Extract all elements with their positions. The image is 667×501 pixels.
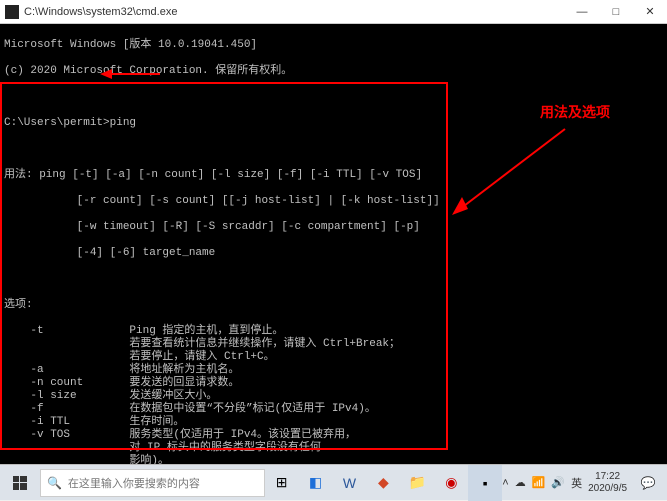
option-line: -i TTL 生存时间。 — [4, 416, 663, 429]
tray-onedrive-icon[interactable]: ☁ — [515, 476, 526, 489]
taskbar-app[interactable]: ◆ — [366, 465, 400, 501]
option-line: 对 IP 标头中的服务类型字段没有任何 — [4, 442, 663, 455]
option-line: -v TOS 服务类型(仅适用于 IPv4。该设置已被弃用， — [4, 429, 663, 442]
taskbar-app-cmd[interactable]: ▪ — [468, 465, 502, 501]
option-line: -t Ping 指定的主机，直到停止。 — [4, 325, 663, 338]
option-line: 若要停止，请键入 Ctrl+C。 — [4, 351, 663, 364]
window-title: C:\Windows\system32\cmd.exe — [24, 6, 565, 18]
usage-line: [-r count] [-s count] [[-j host-list] | … — [4, 195, 663, 208]
close-button[interactable]: ✕ — [633, 0, 667, 24]
terminal-line — [4, 273, 663, 286]
option-line: -n count 要发送的回显请求数。 — [4, 377, 663, 390]
terminal-line — [4, 91, 663, 104]
start-button[interactable] — [0, 465, 40, 501]
taskbar-app[interactable]: ◉ — [434, 465, 468, 501]
tray-chevron-icon[interactable]: ˄ — [502, 477, 508, 489]
option-line: -l size 发送缓冲区大小。 — [4, 390, 663, 403]
maximize-button[interactable]: □ — [599, 0, 633, 24]
taskbar-app[interactable]: W — [333, 465, 367, 501]
taskbar-clock[interactable]: 17:22 2020/9/5 — [588, 471, 627, 495]
option-line: -f 在数据包中设置“不分段”标记(仅适用于 IPv4)。 — [4, 403, 663, 416]
terminal-line — [4, 143, 663, 156]
system-tray: ˄ ☁ 📶 🔊 英 17:22 2020/9/5 💬 — [502, 465, 667, 501]
option-line: -a 将地址解析为主机名。 — [4, 364, 663, 377]
terminal-body[interactable]: Microsoft Windows [版本 10.0.19041.450] (c… — [0, 24, 667, 464]
taskbar: 🔍 在这里输入你要搜索的内容 ⊞ ◧ W ◆ 📁 ◉ ▪ ˄ ☁ 📶 🔊 英 1… — [0, 464, 667, 500]
usage-line: [-w timeout] [-R] [-S srcaddr] [-c compa… — [4, 221, 663, 234]
tray-network-icon[interactable]: 📶 — [532, 476, 546, 489]
tray-volume-icon[interactable]: 🔊 — [551, 476, 565, 489]
search-placeholder: 在这里输入你要搜索的内容 — [68, 475, 200, 491]
task-view-button[interactable]: ⊞ — [265, 465, 299, 501]
option-line: 若要查看统计信息并继续操作，请键入 Ctrl+Break； — [4, 338, 663, 351]
search-icon: 🔍 — [47, 476, 62, 490]
options-header: 选项: — [4, 299, 663, 312]
terminal-line: Microsoft Windows [版本 10.0.19041.450] — [4, 39, 663, 52]
minimize-button[interactable]: — — [565, 0, 599, 24]
usage-header: 用法: ping [-t] [-a] [-n count] [-l size] … — [4, 169, 663, 182]
option-line: 影响)。 — [4, 455, 663, 464]
taskbar-search[interactable]: 🔍 在这里输入你要搜索的内容 — [40, 469, 265, 497]
taskbar-app[interactable]: 📁 — [400, 465, 434, 501]
annotation-label: 用法及选项 — [540, 106, 610, 119]
window-titlebar: C:\Windows\system32\cmd.exe — □ ✕ — [0, 0, 667, 24]
cmd-icon — [5, 5, 19, 19]
notification-button[interactable]: 💬 — [633, 465, 663, 501]
taskbar-app[interactable]: ◧ — [299, 465, 333, 501]
windows-icon — [13, 476, 27, 490]
usage-line: [-4] [-6] target_name — [4, 247, 663, 260]
tray-ime-icon[interactable]: 英 — [571, 475, 582, 491]
terminal-line: (c) 2020 Microsoft Corporation. 保留所有权利。 — [4, 65, 663, 78]
